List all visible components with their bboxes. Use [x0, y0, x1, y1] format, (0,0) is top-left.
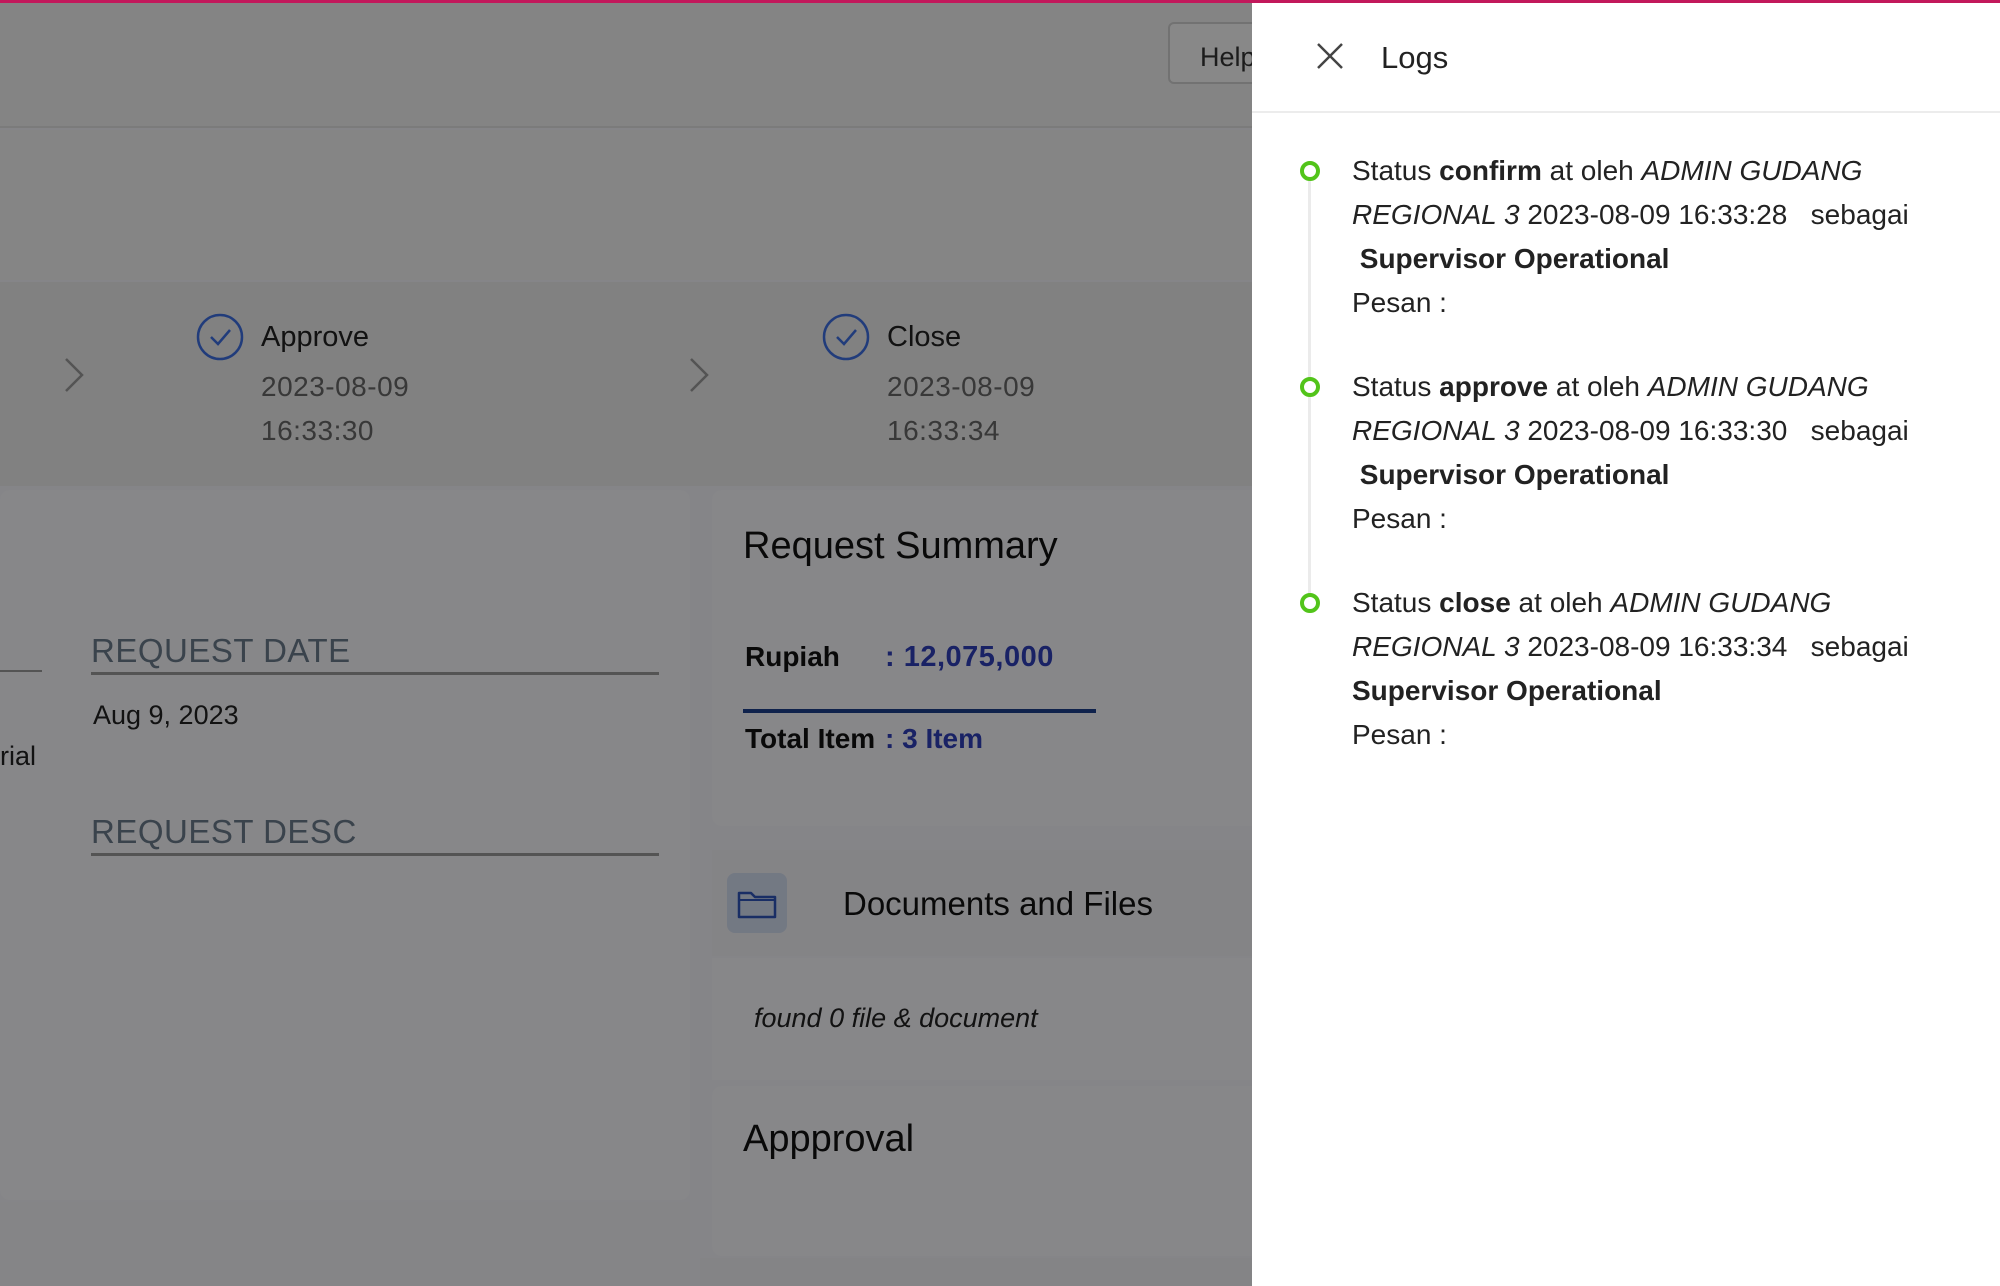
close-icon[interactable] — [1314, 40, 1346, 72]
drawer-header: Logs — [1252, 0, 2000, 113]
top-accent-strip — [0, 0, 2000, 3]
log-text: Status confirm at oleh ADMIN GUDANG REGI… — [1352, 149, 1962, 325]
logs-drawer: Logs Status confirm at oleh ADMIN GUDANG… — [1252, 0, 2000, 1286]
log-text: Status close at oleh ADMIN GUDANG REGION… — [1352, 581, 1962, 757]
log-message-label: Pesan : — [1352, 503, 1447, 534]
log-message-label: Pesan : — [1352, 719, 1447, 750]
log-text: Status approve at oleh ADMIN GUDANG REGI… — [1352, 365, 1962, 541]
drawer-title: Logs — [1381, 40, 1449, 75]
log-message-label: Pesan : — [1352, 287, 1447, 318]
timeline-dot-icon — [1300, 593, 1320, 613]
timeline-dot-icon — [1300, 377, 1320, 397]
timeline-dot-icon — [1300, 161, 1320, 181]
